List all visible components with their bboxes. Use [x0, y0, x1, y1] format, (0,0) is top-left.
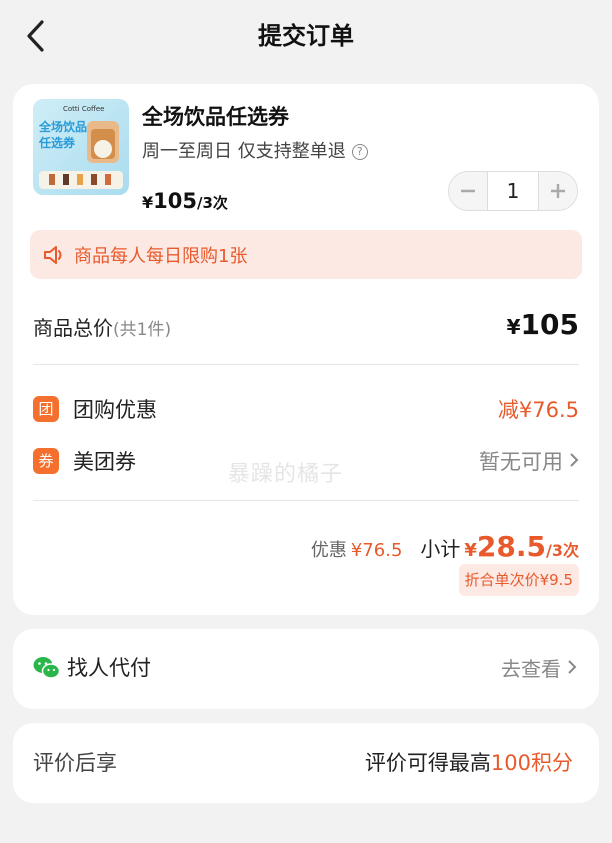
price-unit: /3次: [196, 194, 228, 212]
product-refund-policy: 周一至周日 仅支持整单退: [142, 141, 346, 162]
subtotal-label: 小计: [420, 537, 461, 561]
total-price-symbol: ¥: [506, 315, 521, 339]
total-label: 商品总价: [33, 316, 113, 340]
pay-for-me-label: 找人代付: [67, 656, 151, 680]
group-discount-value: 减¥76.5: [497, 398, 579, 422]
product-price: ¥105/3次: [142, 186, 228, 218]
speaker-icon: [44, 245, 62, 264]
svg-text:任选券: 任选券: [38, 135, 76, 150]
item-count: (共1件): [113, 320, 172, 340]
plus-icon: [551, 184, 565, 198]
group-discount-label: 团购优惠: [73, 398, 157, 422]
product-name: 全场饮品任选券: [142, 105, 289, 129]
review-label: 评价后享: [33, 751, 117, 775]
page-title: 提交订单: [258, 22, 354, 50]
view-link-text: 去查看: [501, 657, 561, 681]
pay-for-me-card[interactable]: 找人代付 去查看: [13, 629, 599, 709]
wechat-icon: [33, 657, 60, 679]
order-summary: 优惠 ¥76.5 小计 ¥28.5/3次: [311, 530, 579, 563]
review-reward-points: 100积分: [490, 751, 573, 775]
svg-text:Cotti Coffee: Cotti Coffee: [63, 105, 104, 113]
increase-button[interactable]: [539, 172, 577, 210]
svg-text:全场饮品: 全场饮品: [38, 119, 87, 134]
divider: [33, 500, 579, 501]
product-thumbnail[interactable]: Cotti Coffee 全场饮品 任选券: [33, 99, 129, 195]
purchase-limit-notice: 商品每人每日限购1张: [30, 230, 582, 279]
total-price-row: 商品总价(共1件) ¥105: [33, 308, 579, 346]
coupon-tag: 券: [33, 448, 59, 474]
coupon-row[interactable]: 券美团券 暂无可用: [33, 446, 579, 476]
review-reward-text: 评价可得最高: [364, 751, 491, 775]
group-discount-row: 团团购优惠 减¥76.5: [33, 394, 579, 424]
review-reward: 评价可得最高100积分: [365, 747, 573, 779]
notice-text: 商品每人每日限购1张: [74, 245, 248, 267]
coupon-status: 暂无可用: [479, 450, 563, 474]
quantity-stepper: 1: [448, 171, 578, 211]
minus-icon: [461, 189, 475, 193]
coupon-label: 美团券: [73, 450, 136, 474]
discount-summary-value: ¥76.5: [350, 540, 403, 561]
decrease-button[interactable]: [449, 172, 487, 210]
price-symbol: ¥: [142, 193, 154, 212]
per-use-price-badge: 折合单次价¥9.5: [458, 564, 579, 596]
subtotal-value: 28.5: [476, 530, 547, 563]
subtotal-unit: /3次: [546, 541, 579, 560]
order-card: Cotti Coffee 全场饮品 任选券 全场饮品任选券 周一至周日 仅支持整…: [13, 84, 599, 615]
total-price-value: 105: [520, 308, 579, 341]
review-reward-card: 评价后享 评价可得最高100积分: [13, 723, 599, 803]
subtotal-symbol: ¥: [464, 540, 477, 561]
quantity-value[interactable]: 1: [487, 172, 539, 210]
pay-for-me-link[interactable]: 去查看: [501, 653, 577, 684]
top-bar: 提交订单: [0, 0, 612, 76]
coupon-value[interactable]: 暂无可用: [479, 446, 579, 476]
divider: [33, 364, 579, 365]
discount-summary-label: 优惠: [310, 540, 347, 561]
help-icon[interactable]: ?: [351, 144, 368, 160]
total-price: ¥105: [507, 308, 579, 341]
product-subtitle: 周一至周日 仅支持整单退?: [142, 138, 368, 166]
chevron-right-icon: [567, 653, 577, 683]
group-buy-tag: 团: [33, 396, 59, 422]
chevron-right-icon: [569, 449, 579, 473]
price-value: 105: [153, 189, 197, 213]
